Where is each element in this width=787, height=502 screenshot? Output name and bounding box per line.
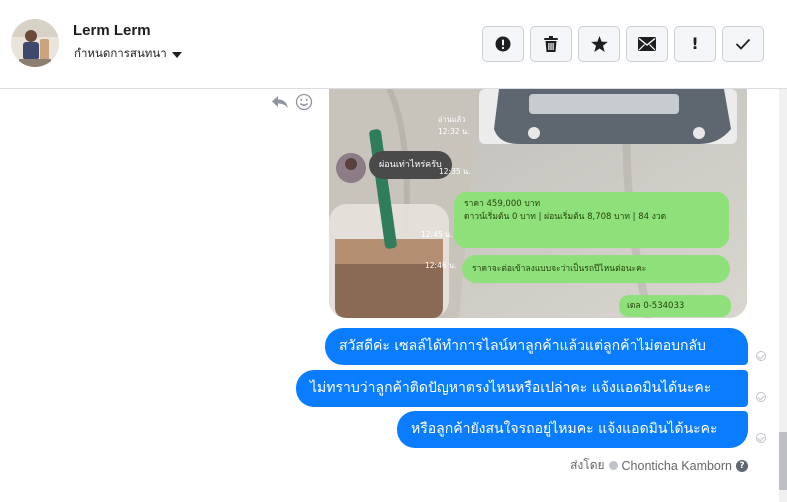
mark-spam-button[interactable] [482, 26, 524, 62]
outgoing-message[interactable]: ไม่ทราบว่าลูกค้าติดปัญหาตรงไหนหรือเปล่าค… [296, 370, 748, 407]
react-emoji-icon[interactable] [295, 93, 313, 111]
outgoing-message[interactable]: สวัสดีค่ะ เซลล์ได้ทำการไลน์หาลูกค้าแล้วแ… [325, 328, 748, 365]
outgoing-bubble: ราคาจะต่อเข้าลงแบบจะว่าเป็นรถปีไหนต่อนะค… [462, 255, 730, 283]
spam-icon [495, 36, 511, 52]
star-button[interactable] [578, 26, 620, 62]
exclamation-icon: ! [691, 34, 699, 53]
seen-check-icon [756, 392, 766, 402]
star-icon [590, 36, 608, 52]
mark-done-button[interactable] [722, 26, 764, 62]
price-line: ราคา 459,000 บาท [464, 199, 541, 209]
contact-name[interactable]: Lerm Lerm [73, 22, 151, 39]
sent-by-label: ส่งโดย [570, 458, 605, 472]
outgoing-message[interactable]: หรือลูกค้ายังสนใจรถอยู่ไหมคะ แจ้งแอดมินไ… [397, 411, 748, 448]
seen-check-icon [756, 433, 766, 443]
time-label: 12:35 น. [439, 167, 471, 176]
assign-conversation-dropdown[interactable]: กำหนดการสนทนา [74, 45, 182, 63]
reply-icon[interactable] [271, 94, 289, 110]
installment-line: ดาวน์เริ่มต้น 0 บาท | ผ่อนเริ่มต้น 8,708… [464, 212, 667, 222]
message-thread[interactable]: อ่านแล้ว 12:32 น. ผ่อนเท่าไหร่ครับ 12:35… [0, 89, 787, 502]
scrollbar-thumb[interactable] [779, 432, 787, 490]
trash-icon [544, 36, 558, 52]
caret-down-icon [171, 51, 182, 58]
seen-check-icon [756, 351, 766, 361]
outgoing-bubble: ราคา 459,000 บาท ดาวน์เริ่มต้น 0 บาท | ผ… [454, 192, 729, 248]
assign-label: กำหนดการสนทนา [74, 46, 167, 60]
sender-badge-icon [608, 461, 618, 470]
time-label: 12:32 น. [438, 127, 470, 136]
sender-name[interactable]: Chonticha Kamborn [622, 459, 732, 473]
checkmark-icon [735, 38, 751, 50]
mark-unread-button[interactable] [626, 26, 668, 62]
time-label: 12:45 น. [421, 230, 453, 239]
image-attachment[interactable]: อ่านแล้ว 12:32 น. ผ่อนเท่าไหร่ครับ 12:35… [329, 89, 747, 318]
avatar[interactable] [11, 19, 59, 67]
delete-button[interactable] [530, 26, 572, 62]
avatar-photo [11, 19, 59, 67]
scrollbar[interactable] [779, 89, 787, 502]
envelope-icon [638, 37, 656, 51]
time-label: 12:46 น. [425, 261, 457, 270]
sent-by-info: ส่งโดย Chonticha Kamborn ? [570, 456, 748, 475]
outgoing-bubble: เดล 0-534033 [619, 295, 731, 317]
read-label: อ่านแล้ว [438, 115, 466, 124]
message-hover-actions [271, 93, 313, 111]
messenger-inbox: Lerm Lerm กำหนดการสนทนา ! อ่านแล้ว 12:32… [0, 0, 787, 502]
help-icon[interactable]: ? [736, 459, 748, 472]
follow-up-button[interactable]: ! [674, 26, 716, 62]
conversation-toolbar: ! [482, 26, 764, 62]
conversation-header: Lerm Lerm กำหนดการสนทนา ! [0, 0, 787, 89]
